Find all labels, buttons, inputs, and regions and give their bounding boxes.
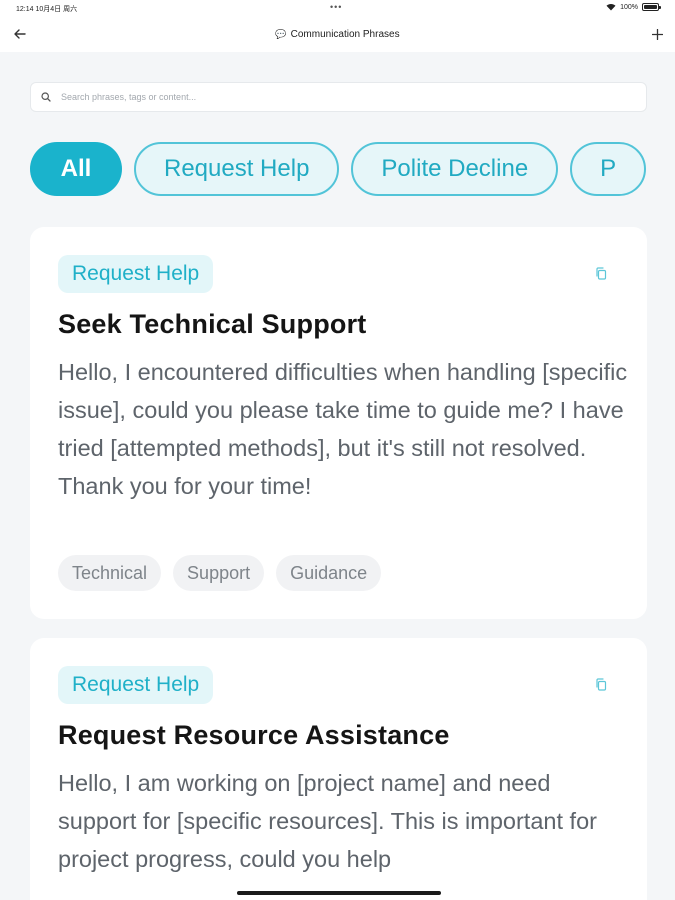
status-time-date: 12:14 10月4日 周六 bbox=[16, 6, 78, 13]
category-tag: Request Help bbox=[58, 666, 214, 704]
category-filter-bar: All Request Help Polite Decline P bbox=[30, 142, 647, 198]
search-bar[interactable] bbox=[30, 82, 647, 112]
phrase-content: Hello, I encountered difficulties when h… bbox=[58, 359, 628, 499]
keyword-list: Technical Support Guidance bbox=[58, 555, 382, 591]
category-tag: Request Help bbox=[58, 255, 214, 293]
keyword-chip: Technical bbox=[58, 555, 162, 591]
status-indicators: 100% bbox=[606, 3, 661, 11]
chat-bubble-icon: 💬 bbox=[275, 29, 287, 39]
multitasking-dots[interactable]: ••• bbox=[330, 2, 342, 12]
phrase-content: Hello, I am working on [project name] an… bbox=[58, 770, 597, 872]
copy-icon bbox=[596, 678, 607, 691]
filter-chip-polite-decline[interactable]: Polite Decline bbox=[351, 142, 559, 196]
keyword-chip: Guidance bbox=[276, 555, 382, 591]
copy-icon bbox=[596, 267, 607, 280]
phrase-card[interactable]: Request Help Request Resource Assistance… bbox=[30, 638, 647, 900]
filter-chip-all[interactable]: All bbox=[30, 142, 122, 196]
page-title-text: Communication Phrases bbox=[290, 29, 400, 40]
search-input[interactable] bbox=[61, 92, 621, 102]
phrase-card[interactable]: Request Help Seek Technical Support Hell… bbox=[30, 227, 647, 619]
navigation-bar: 💬 Communication Phrases bbox=[0, 18, 675, 52]
wifi-icon bbox=[606, 3, 616, 11]
add-phrase-button[interactable] bbox=[647, 23, 667, 45]
home-indicator[interactable] bbox=[237, 891, 441, 895]
plus-icon bbox=[651, 28, 663, 40]
phrase-title: Seek Technical Support bbox=[58, 309, 367, 339]
battery-icon bbox=[642, 3, 661, 11]
keyword-chip: Support bbox=[173, 555, 265, 591]
search-icon bbox=[41, 91, 53, 103]
filter-chip-partial[interactable]: P bbox=[570, 142, 647, 196]
page-title: 💬 Communication Phrases bbox=[0, 29, 675, 40]
battery-percentage: 100% bbox=[620, 3, 638, 11]
app-screen: 12:14 10月4日 周六 ••• 100% 💬 Communication P… bbox=[0, 0, 675, 900]
filter-chip-request-help[interactable]: Request Help bbox=[134, 142, 340, 196]
copy-button[interactable] bbox=[595, 678, 609, 692]
copy-button[interactable] bbox=[595, 267, 609, 281]
status-bar: 12:14 10月4日 周六 ••• 100% bbox=[0, 0, 675, 18]
phrase-title: Request Resource Assistance bbox=[58, 720, 450, 750]
